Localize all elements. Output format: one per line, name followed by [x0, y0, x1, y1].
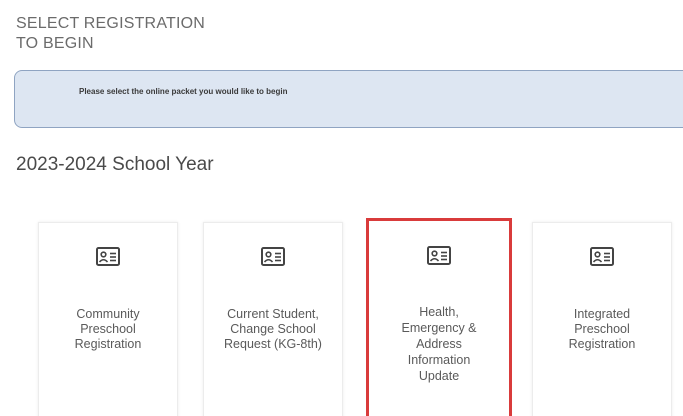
card-current-student-change-school[interactable]: Current Student, Change School Request (…	[203, 222, 343, 416]
card-label-line: Health,	[419, 305, 459, 319]
card-label-line: Information	[407, 353, 471, 367]
card-label-line: Change School	[230, 322, 316, 336]
card-health-emergency-address-update[interactable]: Health, Emergency & Address Information …	[366, 218, 512, 416]
page-title: SELECT REGISTRATION TO BEGIN	[16, 14, 205, 54]
id-card-icon	[427, 246, 451, 265]
card-label-line: Emergency &	[401, 321, 477, 335]
card-label: Current Student, Change School Request (…	[210, 307, 336, 352]
school-year-heading: 2023-2024 School Year	[16, 154, 214, 175]
card-label-line: Preschool	[80, 322, 136, 336]
card-label-line: Registration	[568, 337, 636, 351]
id-card-icon	[96, 247, 120, 266]
info-banner: Please select the online packet you woul…	[14, 70, 683, 128]
card-label-line: Request (KG-8th)	[224, 337, 322, 351]
id-card-icon	[261, 247, 285, 266]
card-label: Community Preschool Registration	[45, 307, 171, 352]
page-title-line-1: SELECT REGISTRATION	[16, 15, 206, 32]
card-community-preschool-registration[interactable]: Community Preschool Registration	[38, 222, 178, 416]
card-label: Integrated Preschool Registration	[539, 307, 665, 352]
card-label-line: Integrated	[573, 307, 631, 321]
info-banner-message: Please select the online packet you woul…	[79, 87, 288, 96]
card-label-line: Update	[418, 369, 460, 383]
page-title-line-2: TO BEGIN	[16, 35, 94, 52]
card-label: Health, Emergency & Address Information …	[375, 304, 503, 384]
card-label-line: Current Student,	[227, 307, 319, 321]
registration-cards: Community Preschool Registration Current…	[38, 218, 683, 416]
card-label-line: Address	[416, 337, 462, 351]
card-label-line: Preschool	[574, 322, 630, 336]
card-label-line: Community	[76, 307, 140, 321]
id-card-icon	[590, 247, 614, 266]
card-integrated-preschool-registration[interactable]: Integrated Preschool Registration	[532, 222, 672, 416]
card-label-line: Registration	[74, 337, 142, 351]
